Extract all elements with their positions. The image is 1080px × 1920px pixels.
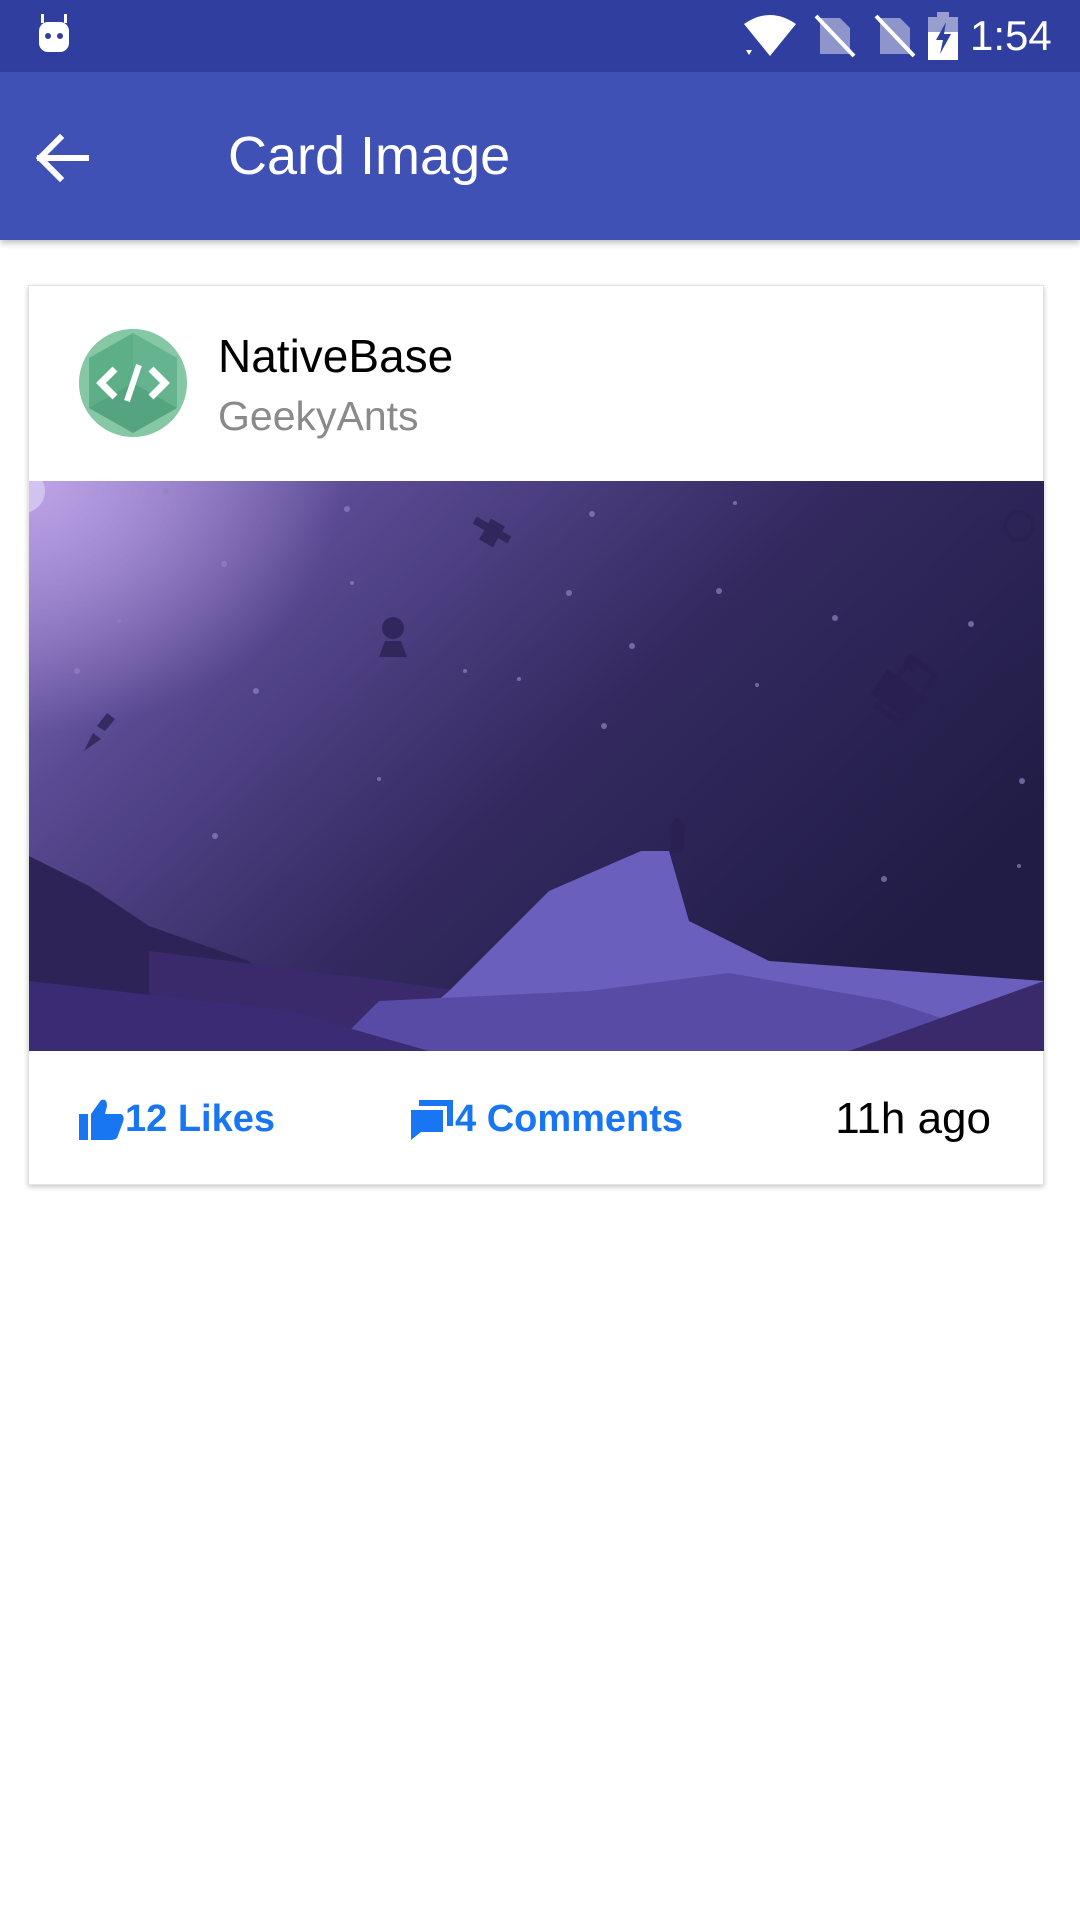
status-bar: 1:54 (0, 0, 1080, 72)
battery-charging-icon (928, 12, 958, 60)
no-sim-icon (814, 14, 856, 58)
comments-label: 4 Comments (455, 1098, 684, 1140)
post-card: NativeBase GeekyAnts 12 Likes 4 Comments… (28, 285, 1044, 1185)
likes-label: 12 Likes (125, 1098, 275, 1140)
card-header: NativeBase GeekyAnts (29, 286, 1043, 481)
wifi-icon (744, 15, 796, 56)
comments-button[interactable]: 4 Comments (409, 1091, 683, 1147)
card-title: NativeBase (218, 330, 454, 382)
post-time: 11h ago (835, 1094, 991, 1143)
card-subtitle: GeekyAnts (218, 393, 419, 439)
page-title: Card Image (228, 126, 511, 186)
code-brackets-icon (79, 329, 187, 437)
likes-button[interactable]: 12 Likes (79, 1091, 275, 1147)
android-robot-icon (39, 14, 69, 52)
card-footer: 12 Likes 4 Comments 11h ago (29, 1051, 1043, 1186)
arrow-back-icon[interactable] (30, 126, 94, 190)
space-mountain-illustration (29, 481, 1044, 1051)
status-time: 1:54 (970, 12, 1052, 59)
no-sim-icon (874, 14, 916, 58)
thumbs-up-icon (79, 1099, 124, 1140)
app-toolbar: Card Image (0, 72, 1080, 240)
comments-icon (411, 1100, 453, 1140)
